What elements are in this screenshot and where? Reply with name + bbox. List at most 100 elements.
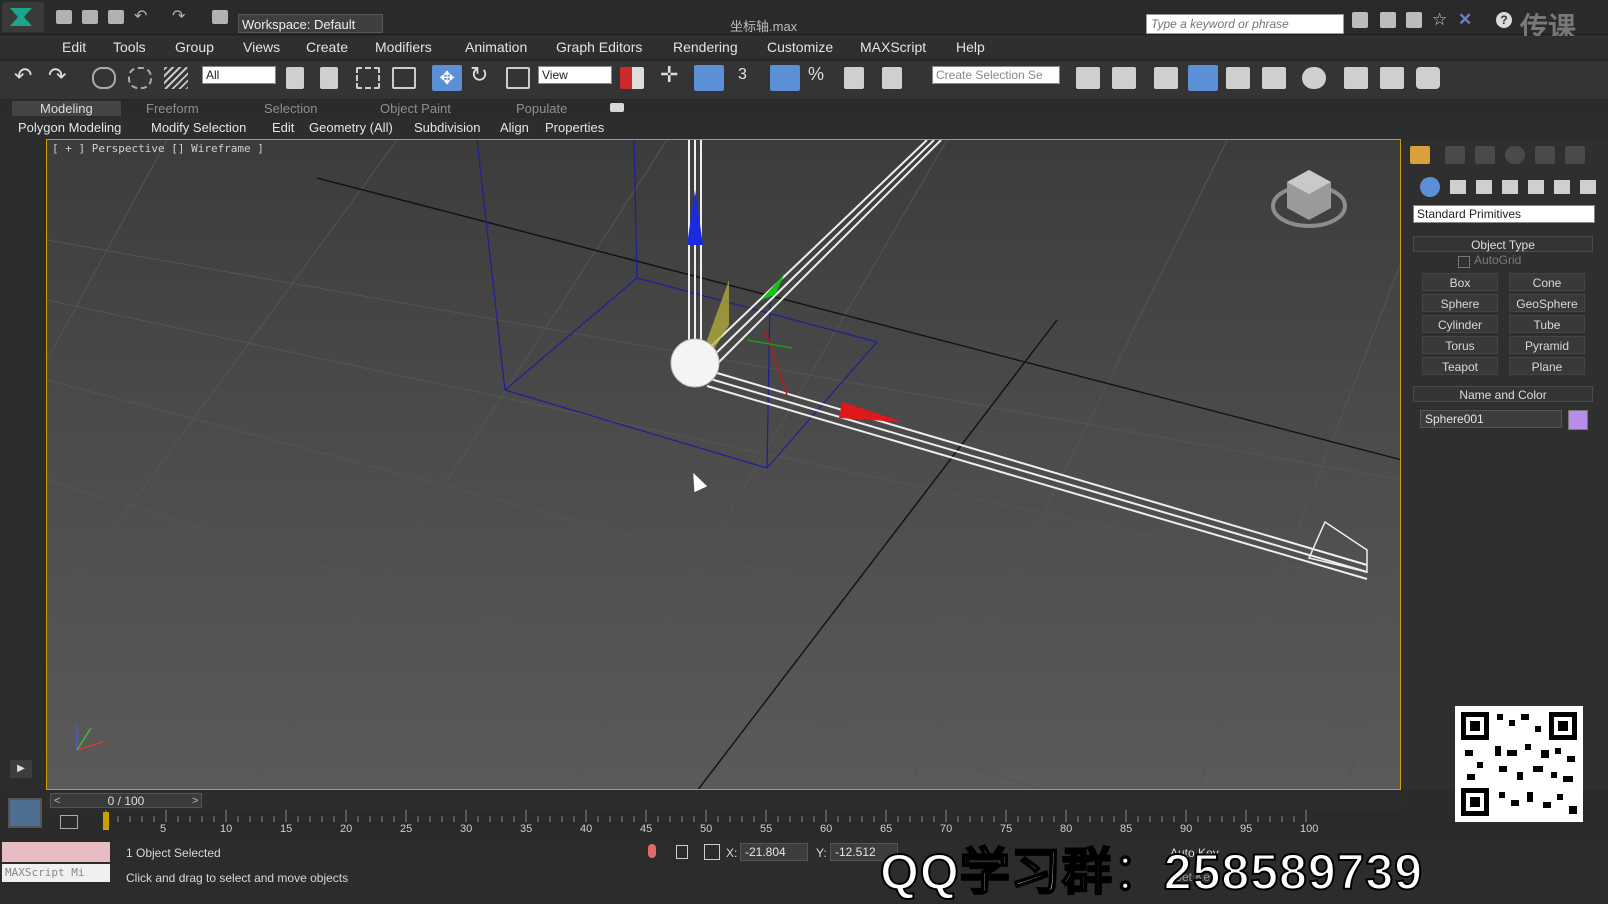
menu-tools[interactable]: Tools <box>113 39 146 55</box>
named-selection-dropdown[interactable]: Create Selection Se <box>932 66 1060 84</box>
select-and-scale-icon[interactable] <box>506 67 530 89</box>
shapes-category-icon[interactable] <box>1450 180 1466 194</box>
cameras-category-icon[interactable] <box>1502 180 1518 194</box>
menu-views[interactable]: Views <box>243 39 280 55</box>
selection-lock-icon[interactable] <box>676 845 688 859</box>
box-button[interactable]: Box <box>1422 273 1498 291</box>
exchange-icon[interactable]: ✕ <box>1458 10 1472 30</box>
menu-create[interactable]: Create <box>306 39 348 55</box>
menu-group[interactable]: Group <box>175 39 214 55</box>
undo-quick-icon[interactable]: ↶ <box>134 6 150 25</box>
perspective-viewport[interactable] <box>46 139 1401 790</box>
teapot-button[interactable]: Teapot <box>1422 357 1498 375</box>
tube-button[interactable]: Tube <box>1509 315 1585 333</box>
window-crossing-icon[interactable] <box>392 67 416 89</box>
align-icon[interactable] <box>1112 67 1136 89</box>
rectangular-selection-icon[interactable] <box>356 67 380 89</box>
menu-edit[interactable]: Edit <box>62 39 86 55</box>
modify-tab-icon[interactable] <box>1445 146 1465 164</box>
object-name-field[interactable]: Sphere001 <box>1420 410 1562 428</box>
x-axis-arrow[interactable] <box>706 369 1368 580</box>
x-coord-field[interactable]: -21.804 <box>740 843 808 861</box>
pyramid-button[interactable]: Pyramid <box>1509 336 1585 354</box>
tab-modeling[interactable]: Modeling <box>12 101 121 116</box>
tab-freeform[interactable]: Freeform <box>146 101 199 116</box>
mirror-icon[interactable] <box>1076 67 1100 89</box>
search-input[interactable] <box>1146 14 1344 34</box>
object-color-swatch[interactable] <box>1568 410 1588 430</box>
ribbon-properties[interactable]: Properties <box>545 120 604 135</box>
menu-modifiers[interactable]: Modifiers <box>375 39 432 55</box>
mini-curve-editor-icon[interactable] <box>8 798 42 828</box>
open-file-icon[interactable] <box>82 10 98 24</box>
angle-snap-icon[interactable] <box>770 65 800 91</box>
hierarchy-tab-icon[interactable] <box>1475 146 1495 164</box>
render-production-icon[interactable] <box>1416 67 1440 89</box>
edit-named-selection-icon[interactable] <box>882 67 902 89</box>
ribbon-modify-selection[interactable]: Modify Selection <box>151 120 246 135</box>
time-slider[interactable]: 0 / 100 <box>50 793 202 808</box>
ribbon-options-icon[interactable] <box>610 103 624 112</box>
subscription-icon[interactable] <box>1380 12 1396 28</box>
select-and-link-icon[interactable] <box>92 67 116 89</box>
render-setup-icon[interactable] <box>1344 67 1368 89</box>
reference-coordinate-dropdown[interactable]: View <box>538 66 612 84</box>
utilities-tab-icon[interactable] <box>1565 146 1585 164</box>
binoculars-icon[interactable] <box>1352 12 1368 28</box>
select-manipulate-icon[interactable]: ✛ <box>660 62 684 87</box>
maxscript-listener[interactable] <box>2 842 110 862</box>
toggle-ribbon-icon[interactable] <box>1188 65 1218 91</box>
save-file-icon[interactable] <box>108 10 124 24</box>
rendered-frame-window-icon[interactable] <box>1380 67 1404 89</box>
cone-button[interactable]: Cone <box>1509 273 1585 291</box>
selection-filter-dropdown[interactable]: All <box>202 66 276 84</box>
ribbon-subdivision[interactable]: Subdivision <box>414 120 481 135</box>
display-tab-icon[interactable] <box>1535 146 1555 164</box>
app-logo-icon[interactable] <box>2 2 44 32</box>
ribbon-align[interactable]: Align <box>500 120 529 135</box>
select-by-name-icon[interactable] <box>320 67 338 89</box>
tab-populate[interactable]: Populate <box>516 101 567 116</box>
material-editor-icon[interactable] <box>1302 67 1326 89</box>
tab-selection[interactable]: Selection <box>264 101 317 116</box>
pivot-center-icon[interactable] <box>620 67 644 89</box>
undo-icon[interactable]: ↶ <box>14 63 38 88</box>
primitive-category-dropdown[interactable]: Standard Primitives <box>1413 205 1595 223</box>
favorites-star-icon[interactable]: ☆ <box>1432 10 1447 30</box>
torus-button[interactable]: Torus <box>1422 336 1498 354</box>
select-and-rotate-icon[interactable]: ↻ <box>470 62 494 87</box>
new-file-icon[interactable] <box>56 10 72 24</box>
bind-to-space-warp-icon[interactable] <box>164 67 188 89</box>
next-frame-icon[interactable]: > <box>192 795 198 807</box>
prev-frame-icon[interactable]: < <box>54 795 60 807</box>
z-axis-arrow[interactable] <box>687 140 703 360</box>
object-type-rollout[interactable]: Object Type <box>1413 236 1593 252</box>
viewcube-icon[interactable] <box>1271 170 1347 228</box>
keyboard-shortcut-override-icon[interactable] <box>694 65 724 91</box>
lights-category-icon[interactable] <box>1476 180 1492 194</box>
plane-button[interactable]: Plane <box>1509 357 1585 375</box>
layer-explorer-icon[interactable] <box>1154 67 1178 89</box>
select-and-move-icon[interactable]: ✥ <box>432 65 462 91</box>
help-icon[interactable]: ? <box>1496 12 1512 28</box>
workspace-dropdown[interactable]: Workspace: Default <box>238 14 383 33</box>
current-frame-marker[interactable] <box>103 812 109 830</box>
autogrid-checkbox[interactable] <box>1458 256 1470 268</box>
viewport-scene[interactable] <box>47 140 1401 790</box>
ribbon-edit[interactable]: Edit <box>272 120 294 135</box>
percent-snap-icon[interactable]: % <box>808 64 832 86</box>
create-tab-icon[interactable] <box>1410 146 1430 164</box>
tab-object-paint[interactable]: Object Paint <box>380 101 451 116</box>
menu-maxscript[interactable]: MAXScript <box>860 39 926 55</box>
select-object-icon[interactable] <box>286 67 304 89</box>
absolute-mode-icon[interactable] <box>704 844 720 860</box>
systems-category-icon[interactable] <box>1580 180 1596 194</box>
curve-editor-icon[interactable] <box>1226 67 1250 89</box>
sphere-object[interactable] <box>670 338 720 388</box>
ribbon-geometry-all[interactable]: Geometry (All) <box>309 120 393 135</box>
communication-icon[interactable] <box>1406 12 1422 28</box>
menu-rendering[interactable]: Rendering <box>673 39 738 55</box>
ribbon-polygon-modeling[interactable]: Polygon Modeling <box>18 120 121 135</box>
viewport-layout-icon[interactable]: ▶ <box>10 760 32 778</box>
menu-customize[interactable]: Customize <box>767 39 833 55</box>
